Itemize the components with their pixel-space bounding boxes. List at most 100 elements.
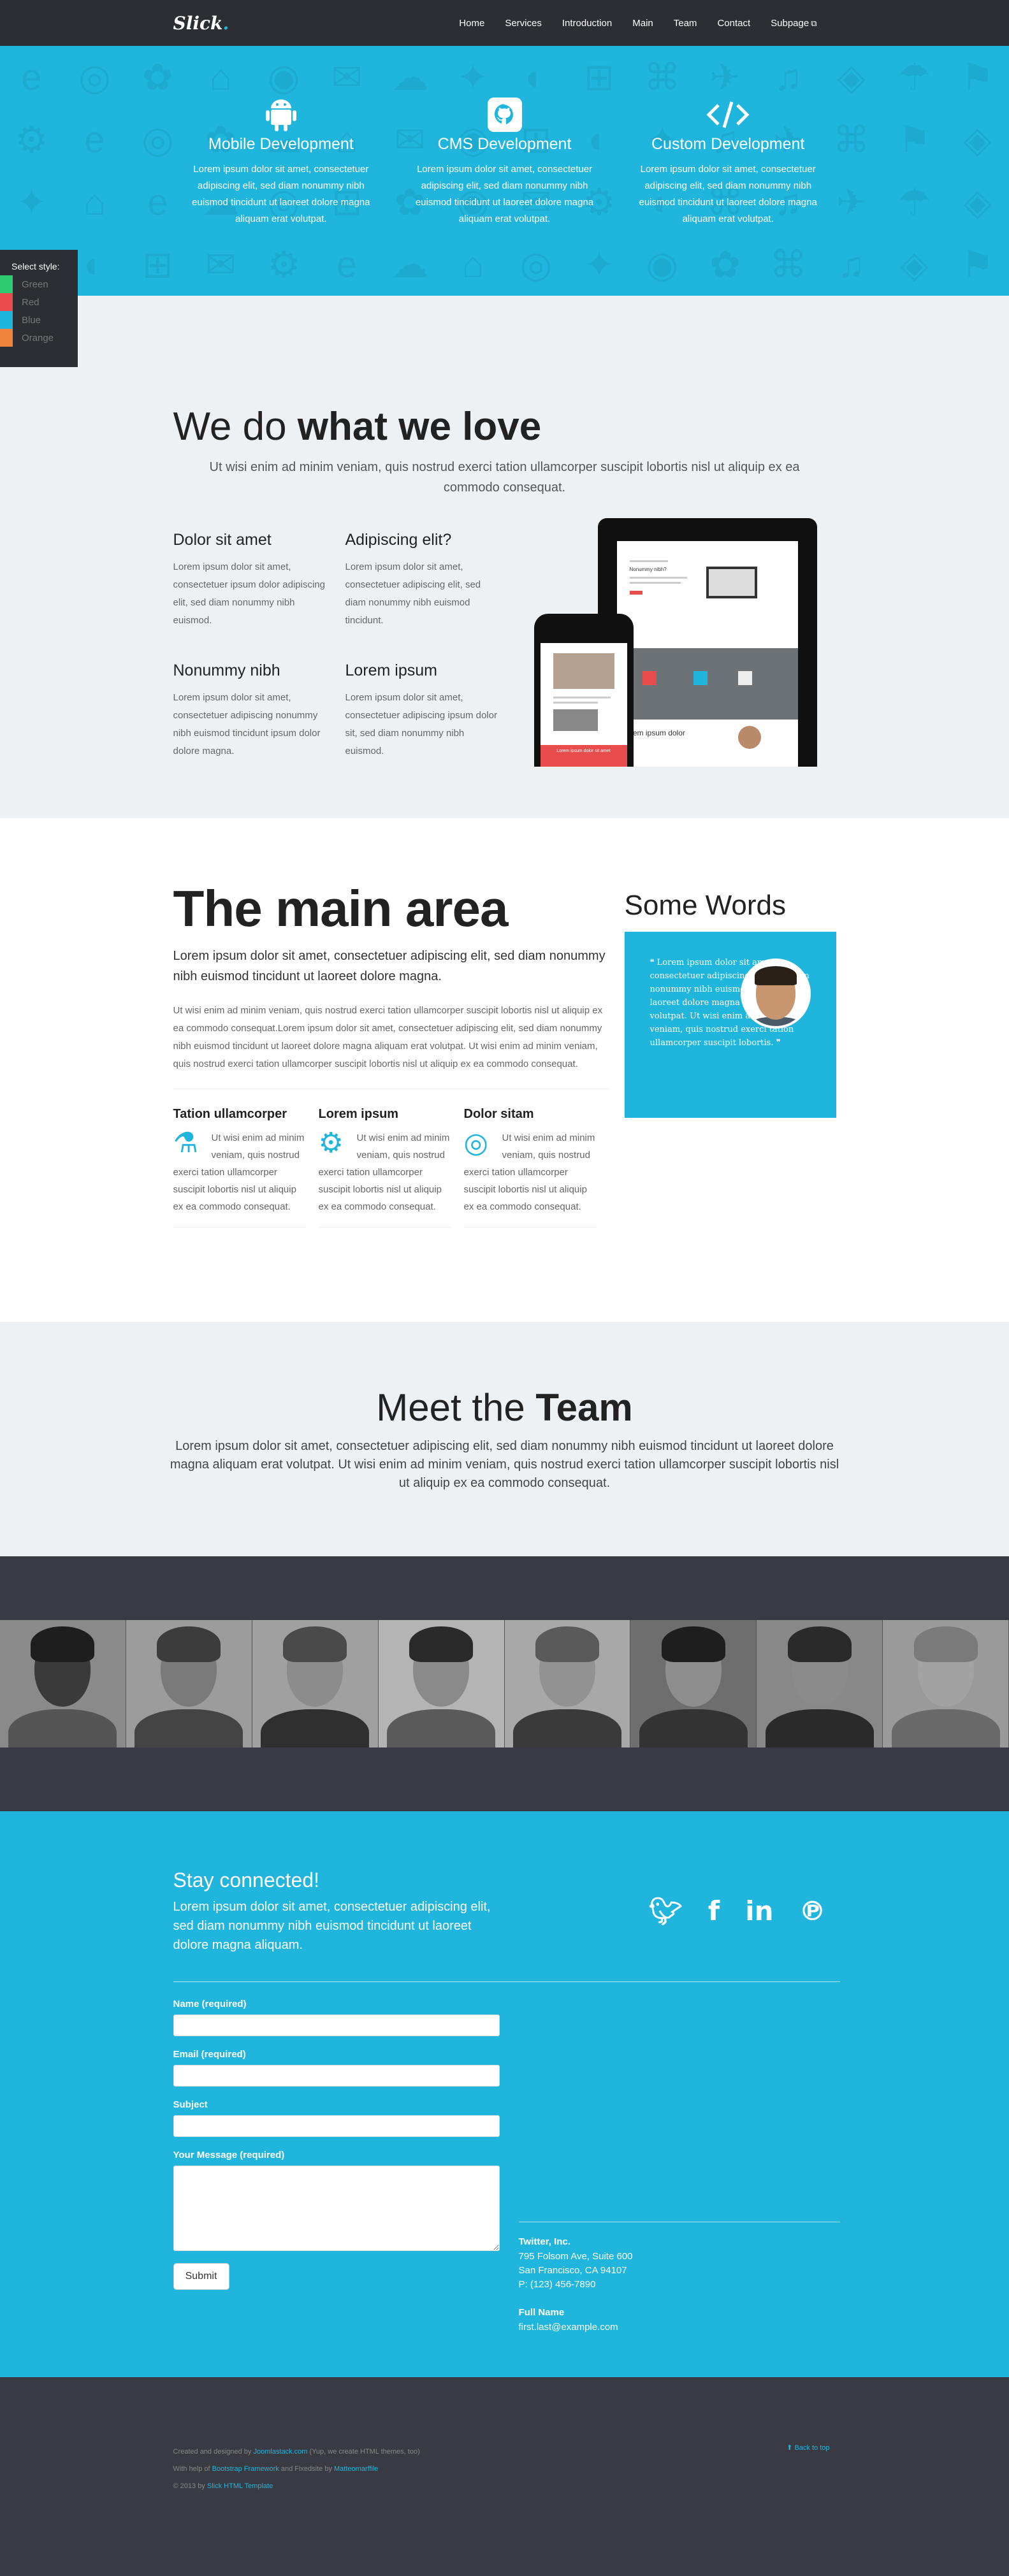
contact-form: Name (required) Email (required) Subject… <box>173 1999 500 2334</box>
main-column: Lorem ipsum ⚙ Ut wisi enim ad minim venia… <box>318 1107 464 1227</box>
feature-title: Custom Development <box>651 135 805 153</box>
style-option-label: Green <box>22 279 48 290</box>
nav-introduction[interactable]: Introduction <box>552 18 622 29</box>
nav-main[interactable]: Main <box>622 18 664 29</box>
footer-link[interactable]: Bootstrap Framework <box>212 2465 279 2473</box>
avatar <box>740 959 811 1029</box>
footer-text: With help of <box>173 2465 212 2473</box>
main-title: The main area <box>173 880 509 937</box>
footer-link[interactable]: Slick HTML Template <box>207 2482 273 2490</box>
arrow-up-icon: ⬆ <box>787 2444 795 2452</box>
contact-lead: Lorem ipsum dolor sit amet, consectetuer… <box>173 1900 491 1952</box>
hero-section: e ◎ ✿ ⌂ ◉ ✉ ☁ ✦ ◐ ⊞ ⌘ ✈ ♫ ◈ ☂ ⚑ ⚙ e ◎ ✿ ☁ ⌂ ✉ ◉ ⊞ ◐ ✦ ♫ ✈ ⌘ ⚑ ◈ ✦ ⌂ e ☁ ◎ ⊞… <box>0 46 1009 296</box>
team-member-photo[interactable] <box>378 1620 505 1747</box>
team-title-bold: Team <box>535 1386 633 1429</box>
style-option-red[interactable]: Red <box>0 293 78 311</box>
team-member-photo[interactable] <box>883 1620 1009 1747</box>
contact-email[interactable]: first.last@example.com <box>519 2320 840 2334</box>
main-subtitle: Lorem ipsum dolor sit amet, consectetuer… <box>173 949 606 983</box>
love-item-title: Lorem ipsum <box>345 662 438 679</box>
team-member-photo[interactable] <box>0 1620 126 1747</box>
phone-mockup: Lorem ipsum dolor sit amet <box>534 614 634 767</box>
twitter-icon[interactable]: 🐦︎ <box>649 1895 683 1955</box>
navbar: Slick. Home Services Introduction Main T… <box>0 0 1009 46</box>
feature-title: CMS Development <box>437 135 572 153</box>
nav-subpage[interactable]: Subpage ⧉ <box>760 18 827 29</box>
color-swatch <box>0 311 13 329</box>
nav-services[interactable]: Services <box>495 18 552 29</box>
tablet-screen-band <box>616 648 798 720</box>
email-field[interactable] <box>173 2065 500 2087</box>
code-icon <box>629 97 827 133</box>
love-item: Lorem ipsum Lorem ipsum dolor sit amet, c… <box>345 662 518 767</box>
color-swatch <box>0 293 13 311</box>
back-to-top-link[interactable]: ⬆ Back to top <box>787 2443 829 2495</box>
main-column-title: Lorem ipsum <box>318 1107 399 1121</box>
phone-screen-banner: Lorem ipsum dolor sit amet <box>540 745 627 767</box>
team-member-photo[interactable] <box>504 1620 631 1747</box>
aside-title: Some Words <box>624 890 787 921</box>
footer-link[interactable]: Matteomarffile <box>334 2465 379 2473</box>
brand-logo[interactable]: Slick. <box>170 13 229 34</box>
love-lead: Ut wisi enim ad minim veniam, quis nostr… <box>209 460 800 495</box>
main-column-title: Tation ullamcorper <box>173 1107 287 1121</box>
style-option-green[interactable]: Green <box>0 275 78 293</box>
submit-button[interactable]: Submit <box>173 2263 229 2290</box>
love-title-bold: what we love <box>297 405 542 449</box>
style-option-orange[interactable]: Orange <box>0 329 78 347</box>
footer-text: and Fixedsite by <box>279 2465 335 2473</box>
footer-link[interactable]: Joomlastack.com <box>253 2448 307 2456</box>
team-member-photo[interactable] <box>252 1620 379 1747</box>
name-label: Name (required) <box>173 1999 247 2009</box>
love-title-plain: We do <box>173 405 298 449</box>
team-member-photo[interactable] <box>126 1620 252 1747</box>
team-photo-strip <box>0 1556 1009 1811</box>
nav-home[interactable]: Home <box>449 18 495 29</box>
address-line: 795 Folsom Ave, Suite 600 <box>518 2251 633 2262</box>
facebook-icon[interactable]: f <box>708 1895 720 1955</box>
github-icon <box>405 97 604 133</box>
feature-text: Lorem ipsum dolor sit amet, consectetuer… <box>639 164 817 224</box>
main-nav: Home Services Introduction Main Team Con… <box>449 18 827 29</box>
external-link-icon: ⧉ <box>811 18 817 28</box>
company-name: Twitter, Inc. <box>518 2236 570 2247</box>
contact-title: Stay connected! <box>173 1869 319 1892</box>
love-item: Adipiscing elit? Lorem ipsum dolor sit am… <box>345 531 518 636</box>
name-field[interactable] <box>173 2015 500 2036</box>
pinterest-icon[interactable]: ℗ <box>799 1895 826 1955</box>
love-item: Nonummy nibh Lorem ipsum dolor sit amet, … <box>173 662 345 767</box>
feature-title: Mobile Development <box>208 135 354 153</box>
nav-subpage-label: Subpage <box>771 17 809 29</box>
tablet-screen-title: Nonummy nibh? <box>629 567 667 572</box>
love-item-title: Dolor sit amet <box>173 531 272 549</box>
love-item-title: Adipiscing elit? <box>345 531 452 549</box>
email-label: Email (required) <box>173 2049 246 2060</box>
nav-contact[interactable]: Contact <box>707 18 760 29</box>
love-item: Dolor sit amet Lorem ipsum dolor sit amet… <box>173 531 345 636</box>
footer: Created and designed by Joomlastack.com … <box>0 2377 1009 2576</box>
subject-field[interactable] <box>173 2115 500 2137</box>
feature-text: Lorem ipsum dolor sit amet, consectetuer… <box>192 164 370 224</box>
footer-credits: Created and designed by Joomlastack.com … <box>173 2443 420 2495</box>
phone-number: P: (123) 456-7890 <box>518 2279 596 2290</box>
message-field[interactable] <box>173 2166 500 2251</box>
love-item-title: Nonummy nibh <box>173 662 280 679</box>
back-to-top-label: Back to top <box>794 2444 830 2452</box>
nav-team[interactable]: Team <box>664 18 708 29</box>
contact-person: Full Name <box>518 2307 565 2318</box>
style-switcher: Select style: Green Red Blue Orange <box>0 250 78 367</box>
compass-icon: ◎ <box>463 1127 488 1159</box>
love-section: We do what we love Ut wisi enim ad minim… <box>0 296 1009 818</box>
gears-icon: ⚙ <box>318 1127 344 1159</box>
main-section: The main area Lorem ipsum dolor sit amet… <box>0 818 1009 1322</box>
team-member-photo[interactable] <box>757 1620 883 1747</box>
contact-section: Stay connected! Lorem ipsum dolor sit am… <box>0 1811 1009 2377</box>
main-body: Ut wisi enim ad minim veniam, quis nostr… <box>173 1002 609 1089</box>
testimonial-box: ❝ Lorem ipsum dolor sit amet, consectetu… <box>624 932 836 1118</box>
love-title: We do what we love <box>173 404 840 449</box>
address-line: San Francisco, CA 94107 <box>518 2265 627 2276</box>
linkedin-icon[interactable]: in <box>745 1895 773 1955</box>
feature-cms: CMS Development Lorem ipsum dolor sit am… <box>393 97 616 228</box>
style-option-blue[interactable]: Blue <box>0 311 78 329</box>
team-member-photo[interactable] <box>630 1620 757 1747</box>
